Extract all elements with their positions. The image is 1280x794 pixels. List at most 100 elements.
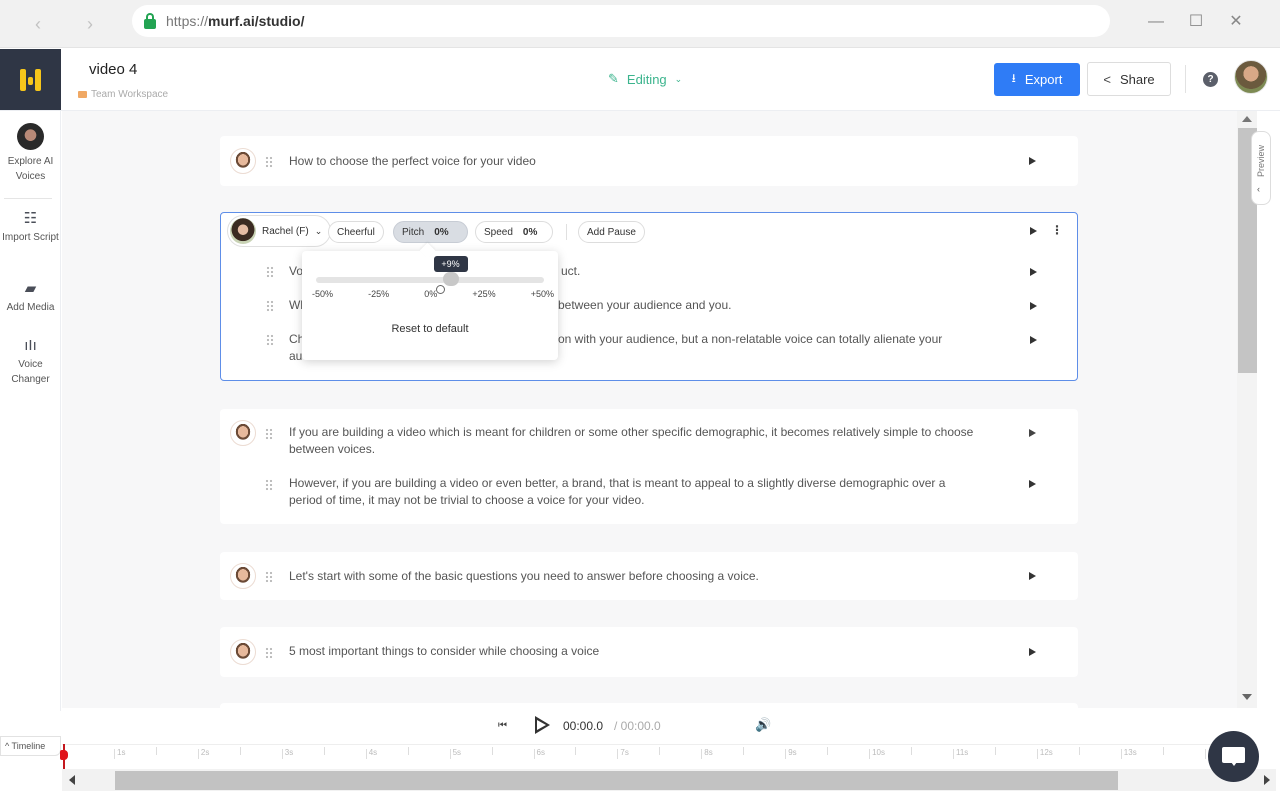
mouse-cursor: [436, 285, 445, 294]
url-text: https://murf.ai/studio/: [166, 13, 305, 29]
paragraph-text[interactable]: Wl: [289, 297, 303, 314]
sidebar-item-explore-voices[interactable]: Explore AI Voices: [0, 123, 61, 184]
paragraph-text-tail[interactable]: between your audience and you.: [558, 297, 731, 314]
drag-handle-icon[interactable]: [265, 571, 273, 583]
workspace-name: Team Workspace: [91, 89, 169, 100]
script-block[interactable]: 5 most important things to consider whil…: [220, 627, 1078, 677]
timeline-ruler[interactable]: 1s2s3s4s5s6s7s8s9s10s11s12s13s14s: [62, 744, 1257, 768]
minimize-icon[interactable]: —: [1144, 10, 1168, 34]
skip-back-icon[interactable]: ⏮: [498, 720, 507, 731]
speaker-avatar[interactable]: [230, 639, 256, 665]
play-icon[interactable]: [535, 716, 550, 734]
timeline-tick: 10s: [869, 749, 885, 759]
chat-support-button[interactable]: [1208, 731, 1259, 782]
voice-avatar-icon: [17, 123, 44, 150]
paragraph-text-tail[interactable]: on with your audience, but a non-relatab…: [558, 331, 942, 348]
script-block[interactable]: How to choose the perfect voice for your…: [220, 136, 1078, 186]
speaker-avatar[interactable]: [230, 148, 256, 174]
play-icon[interactable]: [1030, 268, 1037, 276]
drag-handle-icon[interactable]: [266, 300, 274, 312]
drag-handle-icon[interactable]: [265, 479, 273, 491]
script-block[interactable]: Let's start with some of the basic quest…: [220, 552, 1078, 600]
sidebar-item-import-script[interactable]: ☷ Import Script: [0, 211, 61, 245]
timeline-tick: 5s: [449, 749, 461, 759]
voice-selector[interactable]: Rachel (F) ⌄: [227, 215, 332, 247]
scrollbar-thumb[interactable]: [115, 771, 1118, 790]
paragraph-text-continued[interactable]: au: [289, 348, 302, 365]
pitch-slider-track[interactable]: [316, 277, 544, 283]
paragraph-text[interactable]: How to choose the perfect voice for your…: [289, 153, 969, 170]
speed-button[interactable]: Speed 0%: [475, 221, 553, 243]
timeline-minor-tick: [323, 747, 327, 755]
murf-logo[interactable]: [0, 49, 61, 110]
share-button[interactable]: < Share: [1087, 62, 1171, 96]
current-time: 00:00.0: [563, 719, 604, 733]
reset-to-default-button[interactable]: Reset to default: [302, 323, 558, 335]
audio-player: ⏮ 00:00.0 / 00:00.0 🔊: [62, 708, 1257, 744]
scroll-up-icon[interactable]: [1242, 116, 1252, 122]
play-icon[interactable]: [1029, 572, 1036, 580]
paragraph-text-tail[interactable]: uct.: [561, 263, 580, 280]
maximize-icon[interactable]: ☐: [1184, 10, 1208, 34]
timeline-tick: 9s: [785, 749, 797, 759]
slider-label: -25%: [368, 289, 390, 299]
volume-icon[interactable]: 🔊: [755, 717, 771, 733]
drag-handle-icon[interactable]: [265, 647, 273, 659]
project-title[interactable]: video 4: [89, 61, 137, 78]
app-header: video 4 Team Workspace ✎ Editing ⌄ ⭳ Exp…: [0, 49, 1280, 111]
sidebar-item-add-media[interactable]: ▰ Add Media: [0, 281, 61, 315]
scroll-left-icon[interactable]: [69, 775, 75, 785]
timeline-tick: 4s: [365, 749, 377, 759]
timeline-minor-tick: [659, 747, 662, 755]
pitch-button[interactable]: Pitch 0%: [393, 221, 468, 243]
scroll-right-icon[interactable]: [1264, 775, 1270, 785]
play-icon[interactable]: [1029, 648, 1036, 656]
logo-icon: [19, 68, 42, 91]
rachel-avatar: [230, 218, 256, 244]
paragraph-text[interactable]: If you are building a video which is mea…: [289, 424, 979, 458]
play-icon[interactable]: [1030, 302, 1037, 310]
drag-handle-icon[interactable]: [265, 156, 273, 168]
scroll-down-icon[interactable]: [1242, 694, 1252, 700]
sidebar-item-voice-changer[interactable]: ıIı Voice Changer: [0, 338, 61, 387]
help-icon[interactable]: ?: [1203, 72, 1218, 87]
address-bar[interactable]: https://murf.ai/studio/: [132, 5, 1110, 37]
script-block[interactable]: If you are building a video which is mea…: [220, 409, 1078, 524]
export-label: Export: [1024, 72, 1063, 87]
timeline-tick: 12s: [1036, 749, 1053, 759]
chevron-down-icon: ⌄: [314, 225, 323, 236]
drag-handle-icon[interactable]: [265, 428, 273, 440]
add-pause-button[interactable]: Add Pause: [578, 221, 645, 243]
play-icon[interactable]: [1029, 480, 1036, 488]
play-icon[interactable]: [1029, 429, 1036, 437]
timeline-tick: 2s: [197, 749, 209, 759]
paragraph-text[interactable]: However, if you are building a video or …: [289, 475, 979, 509]
timeline-scrollbar[interactable]: [62, 769, 1276, 791]
drag-handle-icon[interactable]: [266, 334, 274, 346]
forward-icon[interactable]: ›: [78, 12, 102, 36]
close-icon[interactable]: ✕: [1224, 10, 1248, 34]
drag-handle-icon[interactable]: [266, 266, 274, 278]
more-options-icon[interactable]: ⋮: [1051, 223, 1063, 237]
workspace-label[interactable]: Team Workspace: [78, 89, 168, 100]
pitch-slider-thumb[interactable]: [442, 272, 459, 286]
play-block-icon[interactable]: [1030, 227, 1037, 235]
chat-icon: [1222, 747, 1245, 766]
back-icon[interactable]: ‹: [26, 12, 50, 36]
speaker-avatar[interactable]: [230, 563, 256, 589]
mode-dropdown[interactable]: ✎ Editing ⌄: [608, 71, 682, 87]
style-button[interactable]: Cheerful: [328, 221, 384, 243]
folder-icon: [78, 91, 87, 98]
timeline-toggle[interactable]: ^ Timeline: [0, 736, 61, 756]
play-icon[interactable]: [1029, 157, 1036, 165]
playhead[interactable]: [60, 744, 68, 770]
preview-tab[interactable]: Preview ‹: [1251, 131, 1271, 205]
paragraph-text[interactable]: Let's start with some of the basic quest…: [289, 568, 969, 585]
paragraph-text[interactable]: 5 most important things to consider whil…: [289, 643, 969, 660]
paragraph-text[interactable]: Vo: [289, 263, 303, 280]
user-avatar[interactable]: [1234, 60, 1268, 94]
export-button[interactable]: ⭳ Export: [994, 63, 1080, 96]
sidebar-divider: [4, 198, 52, 199]
speaker-avatar[interactable]: [230, 420, 256, 446]
play-icon[interactable]: [1030, 336, 1037, 344]
